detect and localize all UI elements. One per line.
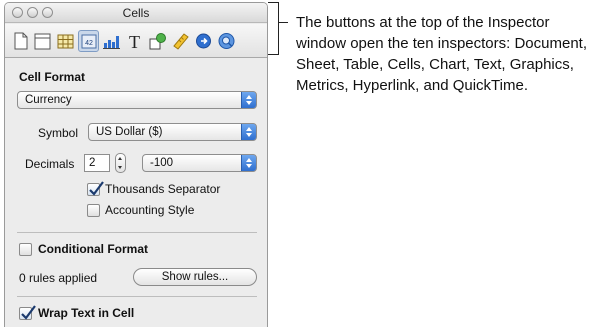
decimals-field[interactable]: 2 — [84, 154, 110, 172]
inspector-window: Cells 42 T Cell Format Currency Symbol U… — [4, 2, 268, 327]
symbol-value: US Dollar ($) — [96, 126, 163, 138]
cells-icon: 42 — [81, 34, 97, 49]
callout-caption: The buttons at the top of the Inspector … — [296, 14, 587, 94]
separator — [17, 232, 257, 233]
hyperlink-inspector-button[interactable] — [193, 30, 214, 52]
wrap-text-checkbox[interactable] — [19, 305, 36, 320]
checkmark-icon — [89, 181, 104, 196]
popup-arrows-icon — [241, 155, 256, 171]
checkmark-icon — [21, 305, 36, 320]
cells-inspector-button[interactable]: 42 — [78, 30, 99, 52]
document-icon — [14, 32, 28, 50]
rules-applied-text: 0 rules applied — [19, 271, 98, 285]
thousands-separator-label: Thousands Separator — [105, 182, 221, 196]
accounting-style-label: Accounting Style — [105, 203, 195, 217]
negative-number-popup[interactable]: -100 — [142, 154, 257, 172]
table-icon — [57, 34, 74, 49]
conditional-format-label: Conditional Format — [38, 242, 148, 256]
show-rules-button[interactable]: Show rules... — [133, 268, 257, 286]
title-bar[interactable]: Cells — [5, 3, 267, 23]
callout-leader-line — [279, 22, 288, 23]
graphics-icon — [149, 33, 166, 50]
graphics-inspector-button[interactable] — [147, 30, 168, 52]
popup-arrows-icon — [241, 124, 256, 140]
quicktime-icon — [218, 33, 235, 49]
table-inspector-button[interactable] — [55, 30, 76, 52]
hyperlink-icon — [196, 33, 211, 49]
symbol-label: Symbol — [38, 126, 79, 140]
cell-format-popup[interactable]: Currency — [17, 91, 257, 109]
cells-inspector-panel: Cell Format Currency Symbol US Dollar ($… — [5, 59, 267, 327]
accounting-style-checkbox[interactable] — [87, 204, 100, 217]
inspector-toolbar: 42 T — [5, 24, 267, 58]
window-title: Cells — [122, 6, 150, 20]
chart-inspector-button[interactable] — [101, 30, 122, 52]
ruler-icon — [173, 33, 189, 50]
sheet-icon — [34, 33, 51, 50]
symbol-popup[interactable]: US Dollar ($) — [88, 123, 257, 141]
callout-bracket — [268, 2, 279, 55]
svg-text:42: 42 — [85, 40, 93, 47]
cell-format-heading: Cell Format — [19, 70, 86, 84]
wrap-text-label: Wrap Text in Cell — [38, 306, 135, 320]
separator — [17, 296, 257, 297]
negative-number-value: -100 — [150, 157, 174, 169]
text-inspector-button[interactable]: T — [124, 30, 145, 52]
metrics-inspector-button[interactable] — [170, 30, 191, 52]
cell-format-value: Currency — [25, 94, 72, 106]
chart-icon — [103, 36, 120, 49]
conditional-format-checkbox[interactable] — [19, 243, 32, 256]
quicktime-inspector-button[interactable] — [216, 30, 237, 52]
decimals-label: Decimals — [25, 157, 75, 171]
sheet-inspector-button[interactable] — [32, 30, 53, 52]
svg-text:T: T — [129, 32, 140, 52]
thousands-separator-checkbox[interactable] — [87, 181, 104, 196]
decimals-stepper[interactable] — [115, 153, 126, 173]
popup-arrows-icon — [241, 92, 256, 108]
text-icon: T — [129, 32, 140, 52]
document-inspector-button[interactable] — [10, 30, 31, 52]
